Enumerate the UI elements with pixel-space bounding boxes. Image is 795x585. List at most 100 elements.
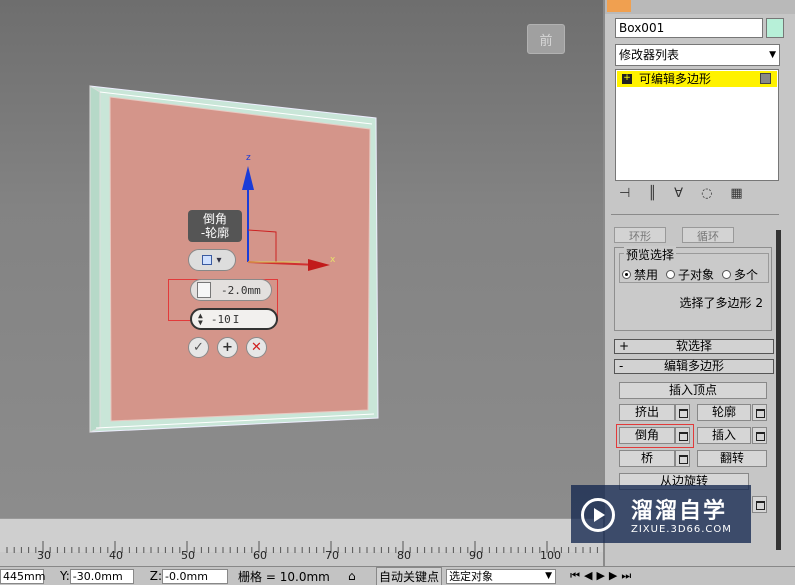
status-bar: 445mm Y: -30.0mm Z: -0.0mm 栅格 = 10.0mm ⌂… [0,566,795,585]
ruler-ticks [6,541,598,553]
collapse-icon: - [619,359,624,373]
chevron-down-icon: ▾ [216,254,222,266]
caddy-group-dropdown[interactable]: ▾ [188,249,236,271]
previous-frame-icon[interactable]: ◀ [584,569,596,582]
object-color-swatch[interactable] [766,18,784,38]
z-coordinate-field[interactable]: -0.0mm [162,568,229,584]
utilities-tab-icon[interactable] [761,0,785,12]
insert-vertex-button[interactable]: 插入顶点 [619,382,767,399]
play-logo-icon [581,498,615,532]
toggle-icon[interactable] [760,73,771,84]
viewcube-label: 前 [539,33,553,49]
tick-label: 100 [540,549,561,562]
radio-multi[interactable]: 多个 [722,266,758,283]
stack-item-label: 可编辑多边形 [639,72,712,86]
viewcube[interactable]: 前 [527,24,565,54]
inset-button[interactable]: 插入 [697,427,751,444]
next-frame-icon[interactable]: ▶ [609,569,621,582]
selection-set-label: 选定对象 [449,569,494,583]
panel-scrollbar[interactable] [776,230,781,550]
box-mesh[interactable]: z x [0,0,603,518]
radio-disable[interactable]: 禁用 [622,266,658,283]
rollout-title: 编辑多边形 [663,359,724,373]
radio-subobject[interactable]: 子对象 [666,266,714,283]
cancel-button[interactable]: ✕ [246,337,267,358]
configure-sets-icon[interactable]: ▦ [730,186,742,208]
grid-readout: 栅格 = 10.0mm [238,569,330,584]
modify-tab-icon[interactable] [639,0,663,12]
edit-polygons-rollout[interactable]: - 编辑多边形 [614,359,774,374]
chevron-down-icon: ▼ [545,570,553,581]
bevel-button[interactable]: 倒角 [619,427,675,444]
key-icon[interactable]: ⌂ [348,569,368,583]
grid-icon [202,255,213,265]
z-label: Z: [149,569,163,583]
make-unique-icon[interactable]: ∀ [674,186,683,208]
extrude-button[interactable]: 挤出 [619,404,675,421]
object-name-input[interactable]: Box001 [615,18,763,38]
ok-button[interactable]: ✓ [188,337,209,358]
show-end-result-icon[interactable]: ║ [648,186,656,208]
y-label: Y: [60,569,70,583]
outline-settings-icon[interactable] [752,404,767,421]
chevron-down-icon: ▼ [769,50,776,60]
radio-label: 禁用 [634,268,659,282]
flip-button[interactable]: 翻转 [697,450,767,467]
height-icon [197,282,211,298]
watermark-title: 溜溜自学 [631,499,728,524]
caddy-title: 倒角 -轮廓 [188,210,242,242]
pin-stack-icon[interactable]: ⊣ [619,186,630,208]
text-cursor-icon: I [232,312,240,326]
track-ruler[interactable] [0,518,603,553]
tick-label: 40 [109,549,123,562]
outline-button[interactable]: 轮廓 [697,404,751,421]
stack-item-editable-poly[interactable]: + 可编辑多边形 [617,71,777,87]
bevel-outline-value: -10 [210,312,231,326]
extrude-settings-icon[interactable] [675,404,690,421]
go-to-end-icon[interactable]: ⏭ [621,569,635,582]
timeline[interactable]: 30 40 50 60 70 80 90 100 [0,518,603,566]
apply-continue-button[interactable]: + [217,337,238,358]
selection-info: 选择了多边形 2 [679,296,763,310]
tick-label: 90 [469,549,483,562]
bridge-settings-icon[interactable] [675,450,690,467]
motion-tab-icon[interactable] [699,0,723,12]
x-coordinate-field[interactable]: 445mm [0,568,45,584]
modifier-list-dropdown[interactable]: 修改器列表 ▼ [615,44,780,66]
watermark-url: ZIXUE.3D66.COM [631,524,732,535]
modifier-stack[interactable]: + 可编辑多边形 [615,69,779,181]
tick-label: 80 [397,549,411,562]
inset-settings-icon[interactable] [752,427,767,444]
spinner-icon[interactable]: ▲ ▼ [198,312,203,327]
tick-label: 50 [181,549,195,562]
playback-controls: ⏮◀▶▶⏭ [570,569,635,583]
tick-label: 70 [325,549,339,562]
radio-dot [666,270,676,279]
remove-modifier-icon[interactable]: ◌ [701,186,712,208]
tick-label: 60 [253,549,267,562]
loop-button[interactable]: 循环 [682,227,734,243]
bevel-settings-icon[interactable] [675,427,690,444]
go-to-start-icon[interactable]: ⏮ [570,569,584,582]
panel-tabs [605,0,795,14]
selection-set-dropdown[interactable]: 选定对象 ▼ [446,568,557,584]
display-tab-icon[interactable] [729,0,753,12]
expand-icon[interactable]: + [622,74,632,84]
bevel-height-field[interactable]: -2.0mm [190,279,272,301]
bridge-button[interactable]: 桥 [619,450,675,467]
preview-selection-title: 预览选择 [624,246,677,263]
y-coordinate-field[interactable]: -30.0mm [69,568,134,584]
play-icon[interactable]: ▶ [596,569,608,582]
hierarchy-tab-icon[interactable] [669,0,693,12]
bevel-outline-field[interactable]: ▲ ▼ -10 I [190,308,278,330]
expand-icon: + [619,339,630,353]
auto-key-button[interactable]: 自动关键点 [376,566,443,585]
modifier-list-label: 修改器列表 [619,48,680,62]
hinge-settings-icon[interactable] [752,496,767,513]
soft-selection-rollout[interactable]: + 软选择 [614,339,774,354]
preview-selection-group: 预览选择 禁用 子对象 多个 选择了多边形 2 [614,246,772,331]
stack-toolbar: ⊣ ║ ∀ ◌ ▦ [613,186,783,208]
perspective-viewport[interactable]: z x 前 倒角 -轮廓 ▾ -2.0mm ▲ ▼ -10 I ✓ + ✕ [0,0,603,518]
create-tab-icon[interactable] [607,0,631,12]
ring-button[interactable]: 环形 [614,227,666,243]
